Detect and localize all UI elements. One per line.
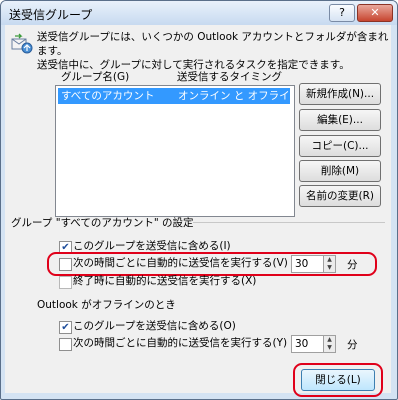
help-button[interactable]: ?: [329, 4, 355, 22]
offline-minutes-unit: 分: [347, 339, 358, 351]
rename-group-button[interactable]: 名前の変更(R): [299, 185, 381, 207]
copy-group-button[interactable]: コピー(C)...: [299, 135, 381, 157]
offline-auto-label[interactable]: 次の時間ごとに自動的に送受信を実行する(Y): [73, 336, 287, 350]
intro-line-1: 送受信グループには、いくつかの Outlook アカウントとフォルダが含まれます…: [37, 31, 389, 57]
send-receive-groups-dialog: 送受信グループ ? ✕ 送受信グループには、いくつかの Outlook アカウン…: [0, 0, 398, 400]
spin-up-icon[interactable]: ▲: [324, 336, 335, 344]
column-header-group-name[interactable]: グループ名(G): [61, 69, 129, 84]
spin-down-icon[interactable]: ▼: [324, 264, 335, 272]
delete-group-button[interactable]: 削除(M): [299, 160, 381, 182]
list-item-timing: オンライン と オフライン: [178, 90, 290, 118]
dialog-title: 送受信グループ: [9, 8, 93, 22]
on-exit-label[interactable]: 終了時に自動的に送受信を実行する(X): [73, 274, 256, 288]
group-listbox[interactable]: すべてのアカウント オンライン と オフライン: [55, 85, 295, 217]
offline-include-checkbox[interactable]: ✔: [59, 321, 72, 334]
online-auto-label[interactable]: 次の時間ごとに自動的に送受信を実行する(V): [73, 256, 288, 270]
online-include-label[interactable]: このグループを送受信に含める(I): [73, 239, 231, 253]
title-bar: 送受信グループ ? ✕: [1, 1, 397, 25]
spin-up-icon[interactable]: ▲: [324, 256, 335, 264]
intro-text: 送受信グループには、いくつかの Outlook アカウントとフォルダが含まれます…: [37, 30, 389, 72]
online-minutes-input[interactable]: 30: [291, 255, 324, 273]
offline-section-title: Outlook がオフラインのとき: [37, 299, 176, 311]
send-receive-icon: [11, 33, 33, 54]
offline-minutes-input[interactable]: 30: [291, 335, 324, 353]
offline-minutes-spinner[interactable]: ▲ ▼: [323, 335, 336, 353]
close-window-button[interactable]: ✕: [357, 4, 393, 22]
offline-include-label[interactable]: このグループを送受信に含める(O): [73, 319, 236, 333]
online-minutes-spinner[interactable]: ▲ ▼: [323, 255, 336, 273]
column-header-timing[interactable]: 送受信するタイミング: [177, 69, 282, 84]
edit-group-button[interactable]: 編集(E)...: [299, 109, 381, 131]
online-auto-checkbox[interactable]: [59, 258, 72, 271]
close-button[interactable]: 閉じる(L): [301, 369, 375, 391]
on-exit-checkbox[interactable]: [59, 276, 72, 289]
spin-down-icon[interactable]: ▼: [324, 344, 335, 352]
settings-section-title: グループ "すべてのアカウント" の設定: [11, 217, 194, 229]
list-item[interactable]: すべてのアカウント オンライン と オフライン: [58, 88, 290, 118]
online-minutes-unit: 分: [347, 259, 358, 271]
dialog-body: 送受信グループには、いくつかの Outlook アカウントとフォルダが含まれます…: [5, 25, 391, 397]
section-divider: [193, 222, 385, 223]
checkmark-icon: ✔: [61, 322, 70, 333]
offline-auto-checkbox[interactable]: [59, 338, 72, 351]
new-group-button[interactable]: 新規作成(N)...: [299, 83, 381, 105]
list-item-name: すべてのアカウント: [61, 90, 155, 102]
